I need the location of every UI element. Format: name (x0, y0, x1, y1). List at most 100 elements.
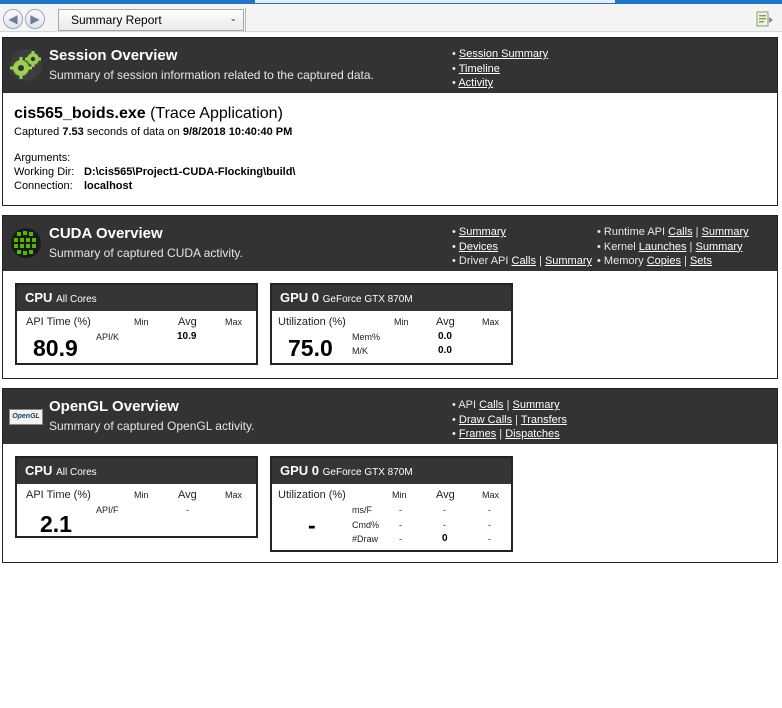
cuda-cpu-row1-avg: 10.9 (177, 331, 197, 342)
gears-icon (10, 49, 42, 81)
gl-gpu-row3-label: #Draw (352, 534, 379, 544)
gl-gpu-row3-avg: 0 (442, 533, 448, 544)
driver-api-label: Driver API (458, 255, 509, 268)
gl-cpu-row1-label: API/F (96, 505, 119, 515)
app-exe: cis565_boids.exe (14, 105, 146, 122)
cuda-cpu-big-value: 80.9 (33, 335, 78, 361)
app-kind: (Trace Application) (150, 105, 283, 122)
cuda-gpu-label: Utilization (%) (278, 316, 346, 328)
link-runtime-summary[interactable]: Summary (702, 226, 749, 238)
opengl-links: • API Calls | Summary • Draw Calls | Tra… (452, 399, 567, 441)
cuda-chip-icon (11, 228, 41, 258)
opengl-overview-panel: OpenGL OpenGL Overview Summary of captur… (2, 388, 778, 563)
link-kernel-launches[interactable]: Launches (639, 241, 687, 253)
session-header: Session Overview Summary of session info… (3, 38, 777, 93)
toolbar-divider (245, 8, 246, 32)
link-driver-summary[interactable]: Summary (545, 255, 592, 267)
opengl-subtitle: Summary of captured OpenGL activity. (49, 419, 255, 433)
cuda-cpu-card-header: CPU All Cores (17, 285, 256, 311)
link-cuda-devices[interactable]: Devices (459, 241, 498, 253)
gl-gpu-row2-label: Cmd% (352, 520, 380, 530)
link-dispatches[interactable]: Dispatches (505, 428, 559, 440)
cuda-links-right: • Runtime API Calls | Summary • Kernel L… (597, 226, 749, 268)
cuda-gpu-row2-avg: 0.0 (438, 345, 452, 356)
cuda-title: CUDA Overview (49, 225, 163, 242)
captured-mid: seconds of data on (86, 126, 180, 138)
link-gl-api-calls[interactable]: Calls (479, 399, 503, 411)
gl-cpu-head: CPU (25, 463, 53, 478)
gl-gpu-max-header: Max (482, 490, 500, 500)
link-gl-api-summary[interactable]: Summary (513, 399, 560, 411)
forward-arrow-icon[interactable]: ▶ (25, 9, 45, 29)
link-runtime-calls[interactable]: Calls (668, 226, 692, 238)
link-kernel-summary[interactable]: Summary (695, 241, 742, 253)
gl-gpu-card: GPU 0 GeForce GTX 870M Utilization (%) M… (270, 456, 513, 552)
arguments-label: Arguments: (14, 152, 71, 164)
cuda-gpu-card: GPU 0 GeForce GTX 870M Utilization (%) M… (270, 283, 513, 365)
cuda-cpu-head: CPU (25, 290, 53, 305)
gl-gpu-avg-header: Avg (436, 489, 455, 501)
cuda-gpu-row2-label: M/K (352, 346, 369, 356)
gl-cpu-max-header: Max (225, 490, 243, 500)
gl-gpu-row2-min: - (399, 520, 402, 530)
captured-summary: Captured 7.53 seconds of data on 9/8/201… (14, 126, 292, 138)
link-timeline[interactable]: Timeline (459, 63, 500, 75)
gl-gpu-row1-avg: - (443, 505, 446, 515)
link-cuda-summary[interactable]: Summary (459, 226, 506, 238)
connection-label: Connection: (14, 180, 73, 192)
gl-gpu-label: Utilization (%) (278, 489, 346, 501)
cuda-cpu-card: CPU All Cores API Time (%) Min Avg Max 8… (15, 283, 258, 365)
session-title: Session Overview (49, 47, 178, 64)
kernel-label: Kernel (603, 240, 636, 253)
gl-gpu-row1-label: ms/F (352, 505, 372, 515)
link-session-summary[interactable]: Session Summary (459, 48, 548, 60)
cuda-cpu-row1-label: API/K (96, 332, 120, 342)
workdir-label: Working Dir: (14, 166, 75, 178)
chevron-down-icon: ⌄ (229, 13, 237, 23)
cuda-gpu-card-header: GPU 0 GeForce GTX 870M (272, 285, 511, 311)
gl-gpu-row3-max: - (488, 534, 491, 544)
gl-cpu-min-header: Min (134, 490, 149, 500)
link-activity[interactable]: Activity (458, 77, 493, 89)
gl-cpu-card-header: CPU All Cores (17, 458, 256, 484)
toolbar: ◀ ▶ Summary Report ⌄ (0, 4, 782, 32)
workdir-value: D:\cis565\Project1-CUDA-Flocking\build\ (84, 166, 296, 178)
session-overview-panel: Session Overview Summary of session info… (2, 37, 778, 206)
captured-seconds: 7.53 (62, 126, 84, 138)
link-transfers[interactable]: Transfers (521, 414, 567, 426)
gl-gpu-row2-max: - (488, 520, 491, 530)
gl-gpu-head: GPU 0 (280, 463, 320, 478)
cuda-cpu-label: API Time (%) (26, 316, 91, 328)
cuda-links-left: • Summary • Devices • Driver API Calls |… (452, 226, 592, 268)
connection-row: Connection: localhost (14, 180, 132, 192)
link-memory-sets[interactable]: Sets (690, 255, 712, 267)
opengl-title: OpenGL Overview (49, 398, 179, 415)
back-arrow-icon[interactable]: ◀ (3, 9, 23, 29)
gl-gpu-row1-max: - (488, 505, 491, 515)
link-frames[interactable]: Frames (459, 428, 496, 440)
cuda-cpu-min-header: Min (134, 317, 149, 327)
gl-cpu-big-value: 2.1 (40, 511, 72, 537)
workdir-row: Working Dir: D:\cis565\Project1-CUDA-Floc… (14, 166, 295, 178)
connection-value: localhost (84, 180, 133, 192)
report-document-icon[interactable] (756, 11, 774, 27)
cuda-gpu-avg-header: Avg (436, 316, 455, 328)
gl-cpu-head-sub: All Cores (56, 467, 97, 478)
cuda-gpu-row1-avg: 0.0 (438, 331, 452, 342)
gl-cpu-avg-header: Avg (178, 489, 197, 501)
cuda-gpu-min-header: Min (394, 317, 409, 327)
link-memory-copies[interactable]: Copies (647, 255, 681, 267)
cuda-header: CUDA Overview Summary of captured CUDA a… (3, 216, 777, 271)
link-driver-calls[interactable]: Calls (512, 255, 536, 267)
gl-cpu-label: API Time (%) (26, 489, 91, 501)
gl-gpu-row2-avg: - (443, 520, 446, 530)
opengl-logo-icon: OpenGL (9, 409, 43, 425)
gl-api-label: API (458, 399, 477, 411)
session-body: cis565_boids.exe (Trace Application) Cap… (3, 93, 777, 203)
captured-prefix: Captured (14, 126, 60, 138)
link-draw-calls[interactable]: Draw Calls (459, 414, 512, 426)
cuda-gpu-head-sub: GeForce GTX 870M (322, 294, 413, 305)
report-select[interactable]: Summary Report ⌄ (58, 9, 244, 31)
gl-gpu-card-header: GPU 0 GeForce GTX 870M (272, 458, 511, 484)
gl-gpu-row1-min: - (399, 505, 402, 515)
